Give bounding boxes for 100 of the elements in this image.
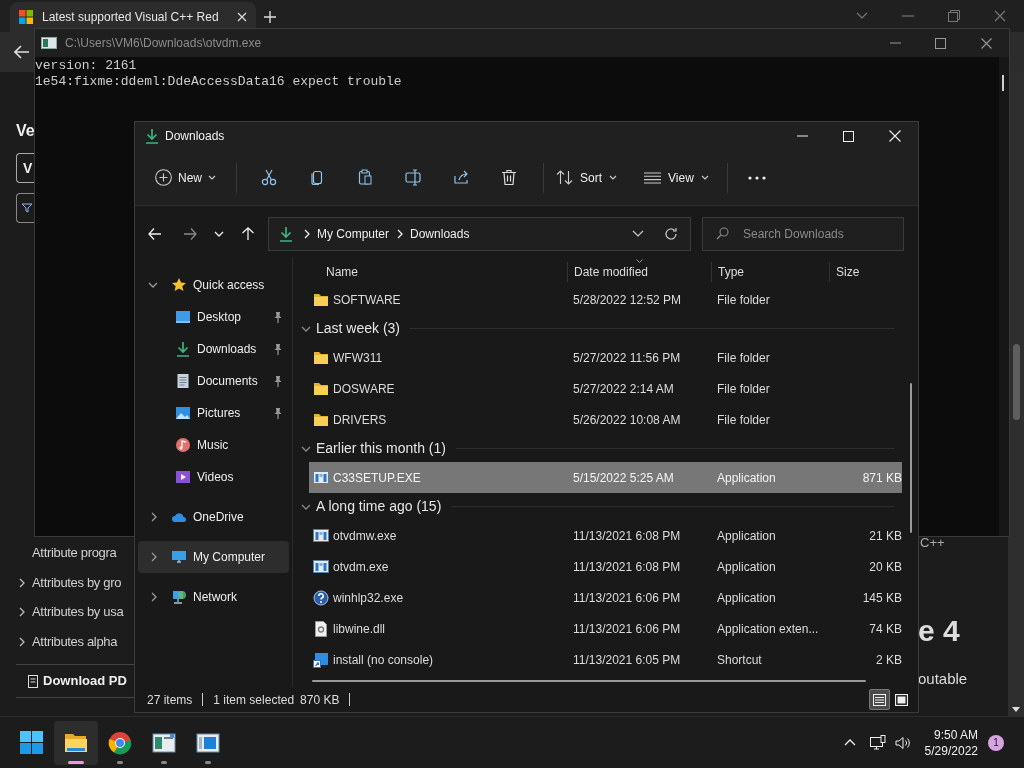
notification-badge[interactable]: 1 [988,734,1004,751]
close-icon[interactable] [981,37,992,49]
column-header[interactable]: Type [711,262,829,282]
search-field[interactable]: Search Downloads [702,217,904,251]
console-line: 1e54:fixme:ddeml:DdeAccessData16 expect trouble [35,74,402,90]
nav-item[interactable]: Videos [138,461,289,493]
download-pdf-link[interactable]: Download PD [43,671,127,691]
nav-item[interactable]: My Computer [138,541,289,573]
volume-icon[interactable] [894,735,911,750]
view-button[interactable]: View [644,160,709,195]
copy-icon [309,169,325,186]
clock[interactable]: 9:50 AM 5/29/2022 [924,726,978,759]
date-cell-text: 5/28/2022 12:52 PM [572,291,683,309]
chevron-right-icon[interactable] [150,512,157,522]
scrollbar[interactable] [910,383,912,533]
nav-link[interactable]: Attribute progra [32,543,117,563]
caret-icon[interactable] [632,230,644,238]
chevron-up-icon[interactable] [843,739,856,746]
scrollbar-thumb[interactable] [1002,75,1004,91]
nav-link[interactable]: Attributes alpha [32,631,118,652]
scrollbar[interactable] [1008,72,1024,716]
nav-item[interactable]: Pictures [138,397,289,429]
type-cell-text: File folder [716,411,771,429]
type-cell-text: Shortcut [716,651,763,669]
chevron-down-icon[interactable] [148,281,158,289]
nav-link[interactable]: Attributes by gro [32,572,122,593]
lines-icon [644,171,662,184]
chevron-down-icon[interactable] [301,502,311,511]
chevron-right-icon[interactable] [18,577,25,588]
window-title: C:\Users\VM6\Downloads\otvdm.exe [65,35,262,52]
scroll-down-icon[interactable] [1012,707,1020,712]
type-cell-text: Application [716,558,777,576]
file-row[interactable]: libwine.dll 11/13/2021 6:06 PM Application exten... 74 KB [309,613,902,644]
group-header[interactable]: Last week (3) [316,318,401,339]
star-icon [171,277,187,293]
sort-button[interactable]: Sort [556,160,618,195]
breadcrumb[interactable]: My Computer [317,225,390,243]
scrollbar-thumb[interactable] [1013,344,1020,420]
nav-link[interactable]: Attributes by usa [32,602,124,622]
file-row[interactable]: winhlp32.exe 11/13/2021 6:06 PM Application 145 KB [309,582,902,613]
taskbar-app[interactable] [54,720,98,765]
new-tab-icon[interactable] [264,11,276,23]
console-icon [41,37,57,49]
gear-document-icon [313,620,329,637]
type-cell-text: File folder [716,291,771,309]
chevron-right-icon[interactable] [150,552,157,562]
group-header[interactable]: A long time ago (15) [316,496,442,517]
date-cell-text: 11/13/2021 6:06 PM [572,620,682,638]
file-row[interactable]: otvdmw.exe 11/13/2021 6:08 PM Application 21 KB [309,520,902,551]
file-row[interactable]: SOFTWARE 5/28/2022 12:52 PM File folder [309,284,902,315]
nav-item[interactable]: Desktop [138,301,289,333]
nav-item[interactable]: Network [138,581,289,613]
breadcrumb[interactable]: Downloads [410,225,470,243]
file-row[interactable]: C33SETUP.EXE 5/15/2022 5:25 AM Application 871 KB [309,462,902,493]
size-cell-text: 20 KB [868,558,902,576]
chevron-right-icon[interactable] [18,607,25,617]
new-button[interactable]: New [153,160,218,195]
file-row[interactable]: DOSWARE 5/27/2022 2:14 AM File folder [309,373,902,404]
file-name: winhlp32.exe [333,589,404,607]
file-name: SOFTWARE [333,291,401,309]
file-name: libwine.dll [333,620,386,638]
refresh-icon[interactable] [664,227,678,241]
window-icon [313,558,329,575]
file-row[interactable]: install (no console) 11/13/2021 6:05 PM Shortcut 2 KB [309,644,902,675]
chevron-right-icon[interactable] [18,636,25,647]
column-header[interactable]: Name [309,262,567,282]
file-row[interactable]: otvdm.exe 11/13/2021 6:08 PM Application 20 KB [309,551,902,582]
network-icon[interactable] [869,735,886,750]
trash-icon [501,169,517,186]
nav-item[interactable]: Music [138,429,289,461]
chevron-right-icon[interactable] [150,592,157,602]
chevron-down-icon[interactable] [301,324,311,333]
file-row[interactable]: WFW311 5/27/2022 11:56 PM File folder [309,342,902,373]
nav-item[interactable]: Documents [138,365,289,397]
scrollbar[interactable] [999,57,1009,536]
window-icon [313,527,329,544]
file-row[interactable]: DRIVERS 5/26/2022 10:08 AM File folder [309,404,902,435]
nav-item[interactable]: Quick access [138,269,289,301]
chevron-down-icon[interactable] [301,444,311,453]
column-header[interactable]: Size [829,262,902,282]
search-icon [716,227,729,240]
download-icon [144,128,160,144]
details-view-button[interactable] [869,689,890,710]
column-header[interactable]: Date modified [567,262,711,282]
chevron-right-icon [303,229,310,239]
status-text: 27 items [147,691,193,709]
up-arrow-icon [241,227,255,241]
back-arrow-icon[interactable] [14,45,30,59]
windows-logo-icon [19,10,33,24]
nav-item[interactable]: OneDrive [138,501,289,533]
monitor-icon [171,549,187,565]
maximize-icon[interactable] [935,37,946,49]
group-header[interactable]: Earlier this month (1) [316,438,446,459]
sort-arrows-icon [556,170,573,185]
filter-icon [22,203,32,213]
nav-item[interactable]: Downloads [138,333,289,365]
restore-icon[interactable] [948,10,960,22]
forward-arrow-icon [183,227,197,241]
scrollbar[interactable] [312,680,866,682]
address-bar[interactable]: My Computer Downloads [268,217,691,251]
